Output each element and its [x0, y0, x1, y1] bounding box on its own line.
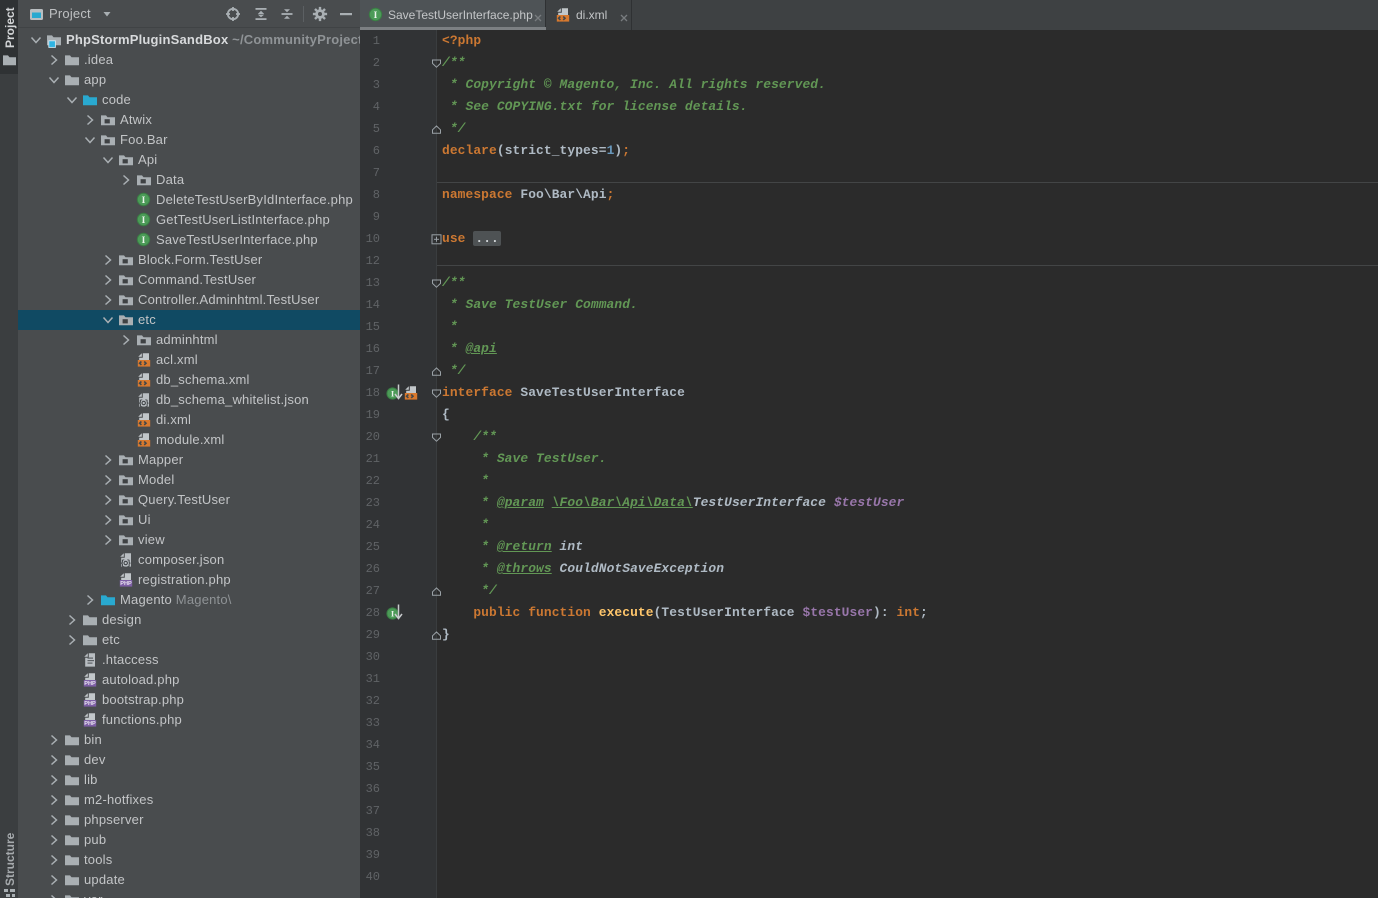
- svg-text:PHP: PHP: [84, 721, 96, 727]
- svg-text:I: I: [142, 216, 146, 226]
- svg-text:I: I: [142, 196, 146, 206]
- svg-text:I: I: [374, 11, 378, 21]
- svg-text:PHP: PHP: [84, 701, 96, 707]
- svg-text:PHP: PHP: [120, 581, 132, 587]
- svg-text:PHP: PHP: [84, 681, 96, 687]
- svg-text:I: I: [142, 236, 146, 246]
